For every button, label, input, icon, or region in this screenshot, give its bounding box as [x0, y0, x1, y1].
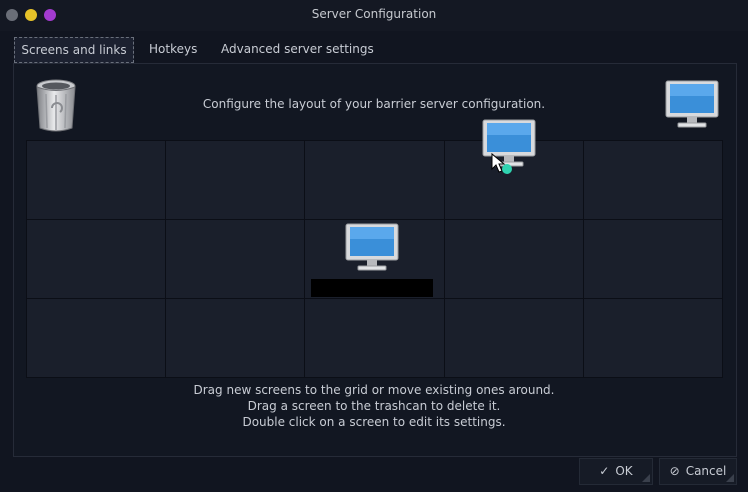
resize-grip-icon — [642, 474, 650, 482]
grid-cell[interactable] — [166, 299, 305, 377]
grid-cell[interactable] — [583, 141, 722, 219]
grid-cell[interactable] — [583, 299, 722, 377]
ok-button[interactable]: ✓ OK — [579, 458, 653, 485]
grid-cell[interactable] — [27, 141, 166, 219]
placed-screen-monitor-icon[interactable] — [345, 223, 399, 273]
grid-cell[interactable] — [444, 299, 583, 377]
window-title: Server Configuration — [311, 7, 437, 21]
grid-cell[interactable] — [27, 299, 166, 377]
layout-instructions: Configure the layout of your barrier ser… — [202, 97, 546, 111]
new-screen-monitor-icon[interactable] — [665, 80, 719, 130]
grid-cell[interactable] — [27, 220, 166, 298]
instruction-line: Double click on a screen to edit its set… — [242, 415, 506, 429]
cancel-circle-icon: ⊘ — [669, 464, 680, 478]
cancel-button[interactable]: ⊘ Cancel — [659, 458, 737, 485]
grid-cell[interactable] — [583, 220, 722, 298]
grid-instructions: Drag new screens to the grid or move exi… — [0, 382, 748, 430]
grid-cell[interactable] — [166, 220, 305, 298]
grid-cell[interactable] — [305, 141, 444, 219]
grid-cell[interactable] — [305, 299, 444, 377]
arrow-cursor-icon — [491, 152, 512, 174]
title-bar: Server Configuration — [0, 0, 748, 31]
instruction-line: Drag a screen to the trashcan to delete … — [247, 399, 501, 413]
grid-cell[interactable] — [166, 141, 305, 219]
ok-button-label: OK — [615, 464, 633, 478]
tab-hotkeys[interactable]: Hotkeys — [149, 37, 197, 61]
cancel-button-label: Cancel — [685, 464, 727, 478]
resize-grip-icon — [726, 474, 734, 482]
tab-screens-and-links[interactable]: Screens and links — [14, 37, 134, 63]
grid-cell[interactable] — [444, 220, 583, 298]
tab-advanced-server-settings[interactable]: Advanced server settings — [221, 37, 374, 61]
checkmark-icon: ✓ — [599, 464, 610, 478]
instruction-line: Drag new screens to the grid or move exi… — [193, 383, 555, 397]
screen-name-label[interactable] — [311, 279, 433, 297]
